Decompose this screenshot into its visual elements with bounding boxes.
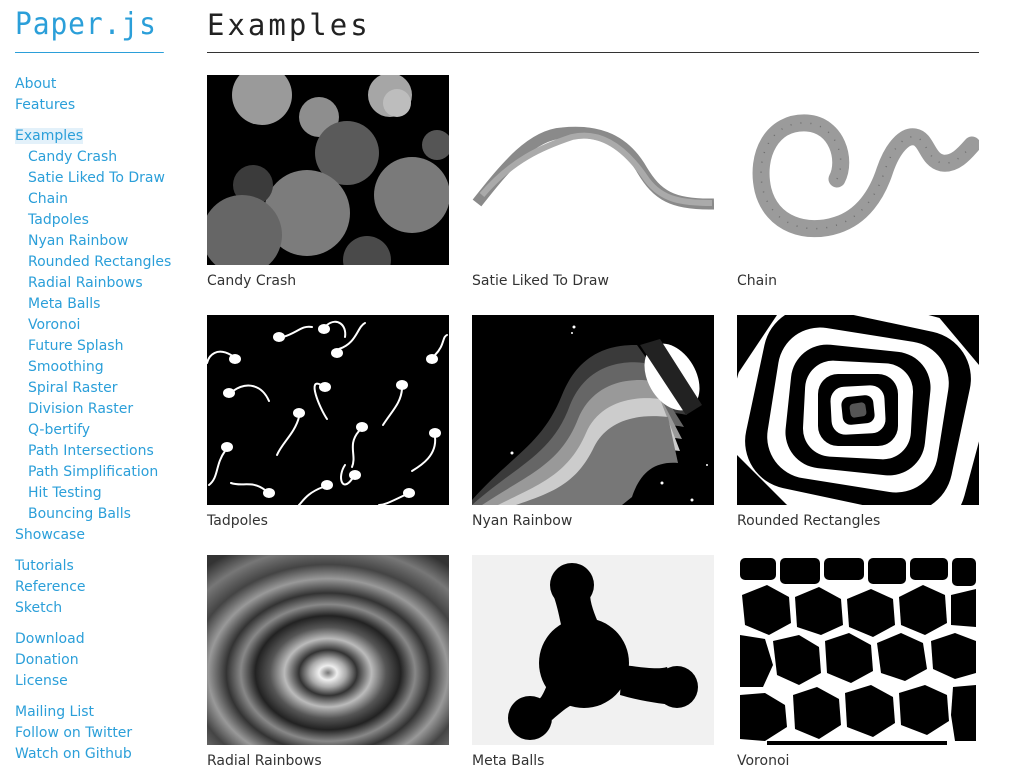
nav-link-label: Watch on Github	[15, 746, 132, 762]
example-card[interactable]: Rounded Rectangles	[737, 315, 979, 529]
nav-link-mailing-list[interactable]: Mailing List	[15, 702, 175, 723]
nav-group: About Features	[15, 74, 175, 116]
nav-link-satie-liked-to-draw[interactable]: Satie Liked To Draw	[15, 168, 175, 189]
nav-group: Tutorials Reference Sketch	[15, 556, 175, 619]
nav-link-hit-testing[interactable]: Hit Testing	[15, 483, 175, 504]
nav-link-radial-rainbows[interactable]: Radial Rainbows	[15, 273, 175, 294]
nav-link-label: Tutorials	[15, 558, 74, 574]
nav-link-label: Radial Rainbows	[28, 275, 143, 291]
nav-link-label: Hit Testing	[28, 485, 102, 501]
nav-link-tadpoles[interactable]: Tadpoles	[15, 210, 175, 231]
example-card[interactable]: Voronoi	[737, 555, 979, 769]
example-label[interactable]: Rounded Rectangles	[737, 513, 979, 529]
nav-link-nyan-rainbow[interactable]: Nyan Rainbow	[15, 231, 175, 252]
nav-link-chain[interactable]: Chain	[15, 189, 175, 210]
tadpoles-thumbnail[interactable]	[207, 315, 449, 505]
nav-link-label: Meta Balls	[28, 296, 101, 312]
nav-link-features[interactable]: Features	[15, 95, 175, 116]
example-label[interactable]: Nyan Rainbow	[472, 513, 714, 529]
nav-link-label: Rounded Rectangles	[28, 254, 172, 270]
nav-group: Download Donation License	[15, 629, 175, 692]
nav-group: Examples Candy Crash Satie Liked To Draw Ch…	[15, 126, 175, 546]
nav-link-voronoi[interactable]: Voronoi	[15, 315, 175, 336]
nav-link-label: Path Simplification	[28, 464, 159, 480]
nav-link-sketch[interactable]: Sketch	[15, 598, 175, 619]
nav-link-division-raster[interactable]: Division Raster	[15, 399, 175, 420]
nav-link-label: Tadpoles	[28, 212, 89, 228]
nyan-rainbow-thumbnail[interactable]	[472, 315, 714, 505]
satie-thumbnail[interactable]	[472, 75, 714, 265]
nav-link-label: About	[15, 76, 57, 92]
nav-link-donation[interactable]: Donation	[15, 650, 175, 671]
example-card[interactable]: Satie Liked To Draw	[472, 75, 714, 289]
nav-link-label: Future Splash	[28, 338, 124, 354]
nav-link-watch-on-github[interactable]: Watch on Github	[15, 744, 175, 765]
nav-link-label: Path Intersections	[28, 443, 154, 459]
example-label[interactable]: Candy Crash	[207, 273, 449, 289]
sidebar: Paper.js About Features Examples Candy Cras…	[15, 0, 175, 775]
nav-link-examples[interactable]: Examples	[15, 126, 175, 147]
example-label[interactable]: Chain	[737, 273, 979, 289]
nav-link-meta-balls[interactable]: Meta Balls	[15, 294, 175, 315]
voronoi-thumbnail[interactable]	[737, 555, 979, 745]
nav-link-label: Mailing List	[15, 704, 95, 720]
nav-link-label: Candy Crash	[28, 149, 118, 165]
example-label[interactable]: Satie Liked To Draw	[472, 273, 714, 289]
nav-link-label: Download	[15, 631, 85, 647]
nav-link-label: Reference	[15, 579, 86, 595]
nav-link-about[interactable]: About	[15, 74, 175, 95]
sidebar-nav: About Features Examples Candy Crash Satie Li…	[15, 74, 175, 765]
nav-link-rounded-rectangles[interactable]: Rounded Rectangles	[15, 252, 175, 273]
nav-link-showcase[interactable]: Showcase	[15, 525, 175, 546]
nav-link-label: Features	[15, 97, 76, 113]
nav-link-path-simplification[interactable]: Path Simplification	[15, 462, 175, 483]
nav-link-label: Satie Liked To Draw	[28, 170, 165, 186]
nav-link-label: Chain	[28, 191, 68, 207]
main-content: Examples Candy Crash Satie Liked To Draw…	[207, 0, 979, 769]
example-label[interactable]: Meta Balls	[472, 753, 714, 769]
nav-link-follow-on-twitter[interactable]: Follow on Twitter	[15, 723, 175, 744]
example-card[interactable]: Candy Crash	[207, 75, 449, 289]
example-card[interactable]: Radial Rainbows	[207, 555, 449, 769]
nav-link-label: Showcase	[15, 527, 85, 543]
nav-link-spiral-raster[interactable]: Spiral Raster	[15, 378, 175, 399]
nav-link-future-splash[interactable]: Future Splash	[15, 336, 175, 357]
nav-link-label: Nyan Rainbow	[28, 233, 129, 249]
nav-link-path-intersections[interactable]: Path Intersections	[15, 441, 175, 462]
nav-group: Mailing List Follow on Twitter Watch on Gi…	[15, 702, 175, 765]
nav-link-label: Follow on Twitter	[15, 725, 133, 741]
nav-link-label: License	[15, 673, 68, 689]
example-card[interactable]: Chain	[737, 75, 979, 289]
nav-link-label: Spiral Raster	[28, 380, 118, 396]
nav-link-download[interactable]: Download	[15, 629, 175, 650]
logo-link[interactable]: Paper.js	[15, 0, 164, 53]
rounded-rectangles-thumbnail[interactable]	[737, 315, 979, 505]
example-card[interactable]: Nyan Rainbow	[472, 315, 714, 529]
page-title: Examples	[207, 0, 979, 53]
candy-crash-thumbnail[interactable]	[207, 75, 449, 265]
nav-link-smoothing[interactable]: Smoothing	[15, 357, 175, 378]
nav-link-reference[interactable]: Reference	[15, 577, 175, 598]
example-card[interactable]: Tadpoles	[207, 315, 449, 529]
nav-link-tutorials[interactable]: Tutorials	[15, 556, 175, 577]
radial-rainbows-thumbnail[interactable]	[207, 555, 449, 745]
example-card[interactable]: Meta Balls	[472, 555, 714, 769]
nav-link-label: Smoothing	[28, 359, 104, 375]
nav-link-label: Bouncing Balls	[28, 506, 131, 522]
nav-link-label: Donation	[15, 652, 79, 668]
nav-link-label: Q-bertify	[28, 422, 91, 438]
example-label[interactable]: Voronoi	[737, 753, 979, 769]
example-label[interactable]: Tadpoles	[207, 513, 449, 529]
nav-link-label: Voronoi	[28, 317, 81, 333]
nav-link-candy-crash[interactable]: Candy Crash	[15, 147, 175, 168]
nav-link-label: Sketch	[15, 600, 63, 616]
chain-thumbnail[interactable]	[737, 75, 979, 265]
nav-link-bouncing-balls[interactable]: Bouncing Balls	[15, 504, 175, 525]
nav-link-label: Examples	[15, 128, 84, 144]
nav-link-q-bertify[interactable]: Q-bertify	[15, 420, 175, 441]
meta-balls-thumbnail[interactable]	[472, 555, 714, 745]
nav-link-label: Division Raster	[28, 401, 134, 417]
nav-link-license[interactable]: License	[15, 671, 175, 692]
example-label[interactable]: Radial Rainbows	[207, 753, 449, 769]
